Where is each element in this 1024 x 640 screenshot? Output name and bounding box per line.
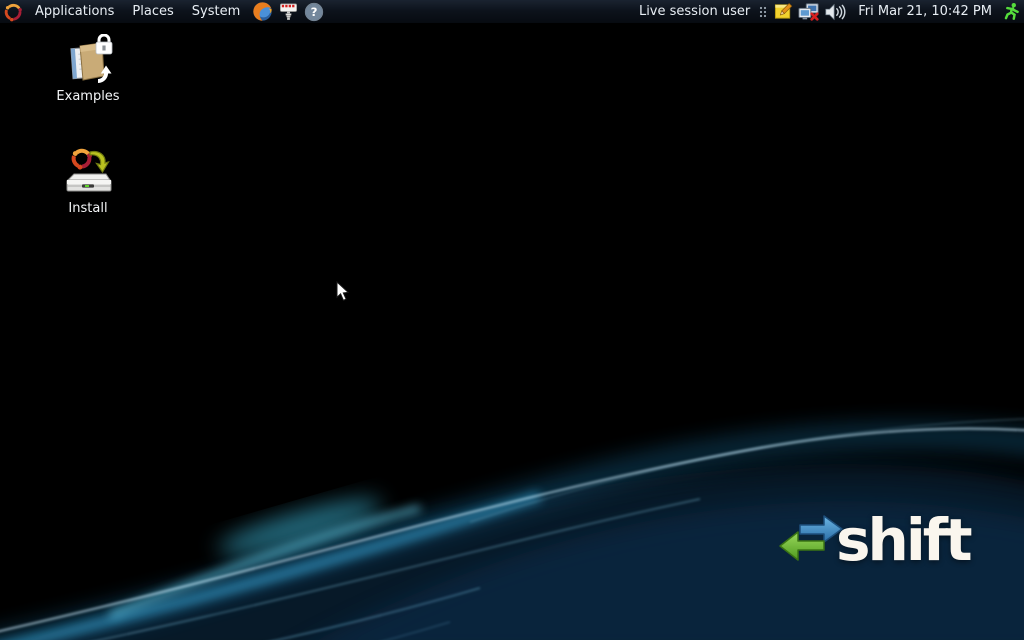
panel-clock[interactable]: Fri Mar 21, 10:42 PM xyxy=(848,4,998,19)
desktop-icon-label: Examples xyxy=(56,89,120,104)
help-icon[interactable]: ? xyxy=(303,1,325,23)
desktop-screen: Applications Places System ? Live sessio… xyxy=(0,0,1024,640)
ubuntu-menu-logo-icon[interactable] xyxy=(2,1,24,23)
shift-brand-logo: shift xyxy=(776,504,973,588)
logout-runner-icon[interactable] xyxy=(1000,1,1022,23)
install-icon xyxy=(62,146,114,198)
stand-launcher-icon[interactable] xyxy=(277,1,299,23)
volume-icon[interactable] xyxy=(824,1,846,23)
shift-brand-text: shift xyxy=(836,506,973,574)
svg-text:?: ? xyxy=(311,5,318,19)
session-user-label[interactable]: Live session user xyxy=(633,4,756,19)
tray-drag-handle[interactable] xyxy=(756,6,770,18)
menu-places[interactable]: Places xyxy=(123,0,182,24)
desktop-icon-examples[interactable]: Examples xyxy=(46,33,130,104)
menu-applications[interactable]: Applications xyxy=(26,0,123,24)
top-panel: Applications Places System ? Live sessio… xyxy=(0,0,1024,24)
network-offline-icon[interactable] xyxy=(798,1,820,23)
firefox-icon[interactable] xyxy=(251,1,273,23)
examples-folder-icon xyxy=(62,33,114,86)
notes-icon[interactable] xyxy=(772,1,794,23)
menu-system[interactable]: System xyxy=(183,0,249,24)
desktop-icon-label: Install xyxy=(68,201,108,216)
desktop-icon-install[interactable]: Install xyxy=(46,146,130,216)
